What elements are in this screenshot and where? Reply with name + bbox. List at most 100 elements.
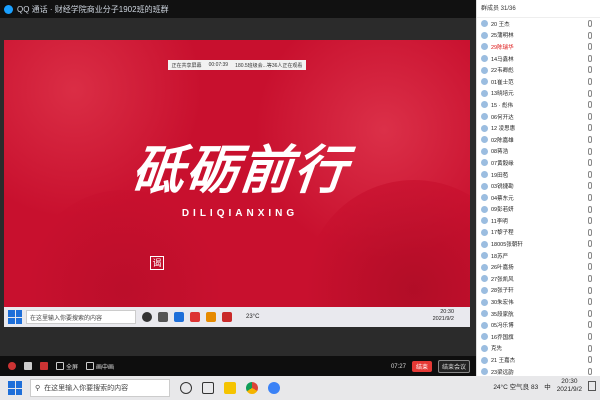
mic-muted-icon — [588, 356, 592, 364]
member-name: 08蒋浩 — [491, 149, 509, 156]
fullscreen-button[interactable]: 全屏 — [56, 362, 78, 371]
notification-icon[interactable] — [588, 381, 596, 391]
member-name: 22韦卿彪 — [491, 68, 514, 75]
mic-muted-icon — [588, 240, 592, 248]
avatar — [481, 368, 488, 376]
end-button[interactable]: 结束 — [411, 361, 432, 372]
mic-muted-icon — [588, 321, 592, 329]
member-item[interactable]: 克先 — [477, 343, 600, 355]
end-meeting-button[interactable]: 结束会议 — [437, 360, 470, 373]
member-item[interactable]: 26叶嘉扬 — [477, 261, 600, 273]
chrome-icon[interactable] — [246, 382, 258, 394]
member-name: 16乔国旗 — [491, 334, 514, 341]
shared-search-placeholder: 在这里输入你要搜索的内容 — [30, 315, 103, 322]
avatar — [481, 298, 488, 306]
share-timer: 00:07:39 — [208, 62, 229, 68]
fullscreen-label: 全屏 — [66, 364, 79, 371]
mic-muted-icon — [588, 54, 592, 62]
member-name: 18005张朝轩 — [491, 242, 523, 249]
shared-taskbar: 在这里输入你要搜索的内容 23°C 20:30 2021/9/2 — [4, 307, 470, 327]
member-item[interactable]: 15 · 彪伟 — [477, 99, 600, 111]
member-item[interactable]: 14马鑫林 — [477, 53, 600, 65]
speaker-button[interactable] — [24, 362, 32, 370]
member-item[interactable]: 11李明 — [477, 215, 600, 227]
avatar — [481, 78, 488, 86]
member-item[interactable]: 20 王杰 — [477, 18, 600, 30]
mic-muted-icon — [588, 205, 592, 213]
qq-logo-icon — [4, 4, 13, 14]
call-timer: 07:27 — [390, 363, 406, 370]
ime-indicator[interactable]: 中 — [544, 381, 551, 391]
member-item[interactable]: 27张凯风 — [477, 273, 600, 285]
mic-muted-icon — [588, 182, 592, 190]
member-name: 05冯乐博 — [491, 323, 514, 330]
member-item[interactable]: 25蒲明林 — [477, 30, 600, 42]
member-name: 27张凯风 — [491, 276, 514, 283]
member-item[interactable]: 03锐捷勘 — [477, 180, 600, 192]
mic-muted-icon — [588, 298, 592, 306]
avatar — [481, 66, 488, 74]
avatar — [481, 333, 488, 341]
member-item[interactable]: 07黄毅缘 — [477, 157, 600, 169]
member-item[interactable]: 17黎子程 — [477, 227, 600, 239]
taskbar-clock[interactable]: 20:30 2021/9/2 — [557, 378, 582, 394]
mic-muted-icon — [588, 20, 592, 27]
mic-muted-icon — [588, 66, 592, 74]
member-item[interactable]: 18苏严 — [477, 250, 600, 262]
mic-muted-icon — [588, 112, 592, 120]
member-item[interactable]: 02陈嘉雄 — [477, 134, 600, 146]
member-item[interactable]: 18005张朝轩 — [477, 238, 600, 250]
clock-time: 20:30 — [561, 378, 578, 385]
member-item[interactable]: 13晓培元 — [477, 88, 600, 100]
avatar — [481, 31, 488, 39]
member-panel: 群成员 31/36 20 王杰 25蒲明林 29陈瑞华 14马鑫林 22韦卿彪 01崔士范… — [476, 0, 600, 376]
member-list[interactable]: 20 王杰 25蒲明林 29陈瑞华 14马鑫林 22韦卿彪 01崔士范 13晓培元 15 · … — [477, 18, 600, 377]
start-button[interactable] — [8, 381, 22, 395]
viewer-count-label: 180.5班级会...等36人正在观看 — [235, 62, 303, 69]
task-view-icon[interactable] — [202, 382, 214, 394]
member-item[interactable]: 05冯乐博 — [477, 319, 600, 331]
member-name: 35段家航 — [491, 311, 514, 318]
member-item[interactable]: 04蔡东元 — [477, 192, 600, 204]
avatar — [481, 194, 488, 202]
taskbar-search-box[interactable]: ⚲ 在这里输入你要搜索的内容 — [30, 379, 170, 397]
member-item[interactable]: 19田苞 — [477, 169, 600, 181]
member-item[interactable]: 35段家航 — [477, 308, 600, 320]
pip-icon — [86, 362, 95, 370]
fullscreen-icon — [56, 362, 64, 370]
member-item[interactable]: 22韦卿彪 — [477, 64, 600, 76]
camera-button[interactable] — [40, 362, 48, 370]
mic-button[interactable] — [8, 362, 16, 370]
mic-muted-icon — [588, 89, 592, 97]
avatar — [481, 217, 488, 225]
member-name: 29陈瑞华 — [491, 44, 514, 51]
avatar — [481, 147, 488, 155]
member-name: 25蒲明林 — [491, 33, 514, 40]
member-item[interactable]: 01崔士范 — [477, 76, 600, 88]
member-item[interactable]: 06何开达 — [477, 111, 600, 123]
member-item[interactable]: 30朱宏伟 — [477, 296, 600, 308]
avatar — [481, 136, 488, 144]
member-item[interactable]: 08蒋浩 — [477, 146, 600, 158]
pip-button[interactable]: 画中画 — [86, 362, 114, 371]
member-name: 克先 — [491, 346, 503, 353]
mic-muted-icon — [588, 193, 592, 201]
weather-widget[interactable]: 24°C 空气良 83 — [493, 381, 538, 391]
cortana-icon[interactable] — [180, 382, 192, 394]
avatar — [481, 275, 488, 283]
windows-start-icon — [8, 310, 22, 324]
member-item[interactable]: 21 王嘉杰 — [477, 354, 600, 366]
wps-icon — [190, 312, 200, 322]
member-name: 06何开达 — [491, 114, 514, 121]
file-explorer-icon[interactable] — [224, 382, 236, 394]
member-item[interactable]: 12 凌思惠 — [477, 122, 600, 134]
member-item[interactable]: 28张子轩 — [477, 285, 600, 297]
member-item[interactable]: 09彭若妍 — [477, 204, 600, 216]
member-item[interactable]: 16乔国旗 — [477, 331, 600, 343]
member-name: 07黄毅缘 — [491, 160, 514, 167]
qq-icon[interactable] — [268, 382, 280, 394]
mic-muted-icon — [588, 77, 592, 85]
member-item[interactable]: 29陈瑞华 — [477, 41, 600, 53]
member-name: 01崔士范 — [491, 79, 514, 86]
member-name: 26叶嘉扬 — [491, 265, 514, 272]
